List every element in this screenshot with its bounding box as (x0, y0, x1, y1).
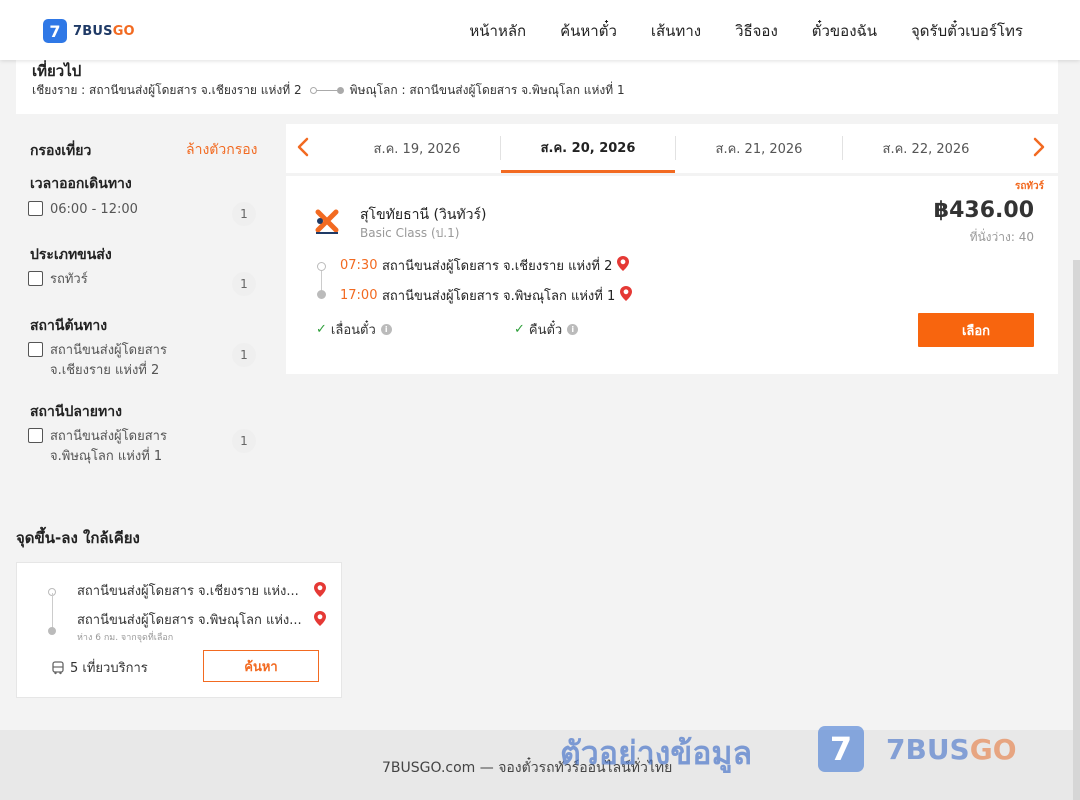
trip-direction-title: เที่ยวไป (32, 62, 82, 80)
nearby-distance: ห่าง 6 กม. จากจุดที่เลือก (77, 633, 174, 643)
filter-count-badge: 1 (232, 343, 256, 367)
filter-option-origin-station[interactable]: สถานีขนส่งผู้โดยสาร จ.เชียงราย แห่งที่ 2… (28, 341, 256, 381)
nav-routes[interactable]: เส้นทาง (651, 19, 701, 43)
trip-summary: เที่ยวไป เชียงราย : สถานีขนส่งผู้โดยสาร … (16, 56, 1058, 114)
departure-stop: 07:30 สถานีขนส่งผู้โดยสาร จ.เชียงราย แห่… (340, 255, 630, 276)
checkbox[interactable] (28, 271, 43, 286)
filter-count-badge: 1 (232, 429, 256, 453)
date-selector: ส.ค. 19, 2026 ส.ค. 20, 2026 ส.ค. 21, 202… (286, 124, 1058, 173)
timeline-dot (48, 627, 56, 635)
timeline-dot (317, 290, 326, 299)
clear-filters-link[interactable]: ล้างตัวกรอง (186, 139, 257, 161)
arrival-stop: 17:00 สถานีขนส่งผู้โดยสาร จ.พิษณุโลก แห่… (340, 285, 633, 306)
nav-home[interactable]: หน้าหลัก (469, 19, 526, 43)
watermark-logo-text: 7BUSGO (886, 732, 1017, 766)
nearby-stops-card: สถานีขนส่งผู้โดยสาร จ.เชียงราย แห่ง... ส… (16, 562, 342, 698)
trip-origin: เชียงราย : สถานีขนส่งผู้โดยสาร จ.เชียงรา… (32, 83, 302, 97)
trip-result-card: รถทัวร์ สุโขทัยธานี (วินทัวร์) Basic Cla… (286, 176, 1058, 374)
filter-section-title: เวลาออกเดินทาง (30, 176, 132, 192)
nearby-stop-origin: สถานีขนส่งผู้โดยสาร จ.เชียงราย แห่ง... (77, 584, 299, 599)
feature-refund-ticket: ✓ คืนตั๋ว i (514, 319, 579, 340)
logo-text: 7BUSGO (73, 23, 135, 39)
map-pin-icon[interactable] (313, 581, 327, 602)
sample-data-watermark: ตัวอย่างข้อมูล (560, 734, 753, 772)
ticket-price: ฿436.00 (933, 198, 1034, 223)
check-icon: ✓ (514, 322, 525, 337)
nearby-stops-title: จุดขึ้น-ลง ใกล้เคียง (16, 529, 140, 547)
operator-logo-icon (312, 206, 342, 236)
watermark-logo: 7 7BUSGO (818, 726, 1017, 772)
top-navbar: 7 7BUSGO หน้าหลัก ค้นหาตั๋ว เส้นทาง วิธี… (0, 0, 1080, 60)
date-tab[interactable]: ส.ค. 21, 2026 (676, 124, 842, 173)
filter-option-transport-type[interactable]: รถทัวร์ 1 (28, 270, 256, 296)
timeline-dot (317, 262, 326, 271)
vehicle-type-tag: รถทัวร์ (1014, 181, 1044, 192)
checkbox[interactable] (28, 428, 43, 443)
filter-title: กรองเที่ยว (30, 143, 92, 159)
feature-label: คืนตั๋ว (528, 323, 563, 338)
site-logo[interactable]: 7 7BUSGO (43, 19, 135, 43)
departure-time: 07:30 (340, 258, 378, 273)
filter-section-title: ประเภทขนส่ง (30, 247, 112, 263)
trip-count-label: 5 เที่ยวบริการ (70, 661, 148, 676)
nav-ticket-pickup-contact[interactable]: จุดรับตั๋วเบอร์โทร (911, 19, 1023, 43)
main-nav: หน้าหลัก ค้นหาตั๋ว เส้นทาง วิธีจอง ตั๋วข… (469, 19, 1023, 43)
nearby-stop-destination: สถานีขนส่งผู้โดยสาร จ.พิษณุโลก แห่ง... (77, 613, 302, 628)
filter-option-label: 06:00 - 12:00 (50, 202, 138, 217)
logo-icon: 7 (43, 19, 67, 43)
checkbox[interactable] (28, 201, 43, 216)
map-pin-icon[interactable] (616, 255, 630, 276)
bus-class: Basic Class (ป.1) (360, 226, 460, 240)
filter-option-label: สถานีขนส่งผู้โดยสาร จ.เชียงราย แห่งที่ 2 (50, 343, 167, 378)
filter-count-badge: 1 (232, 272, 256, 296)
chevron-left-icon[interactable] (296, 136, 310, 158)
search-nearby-button[interactable]: ค้นหา (203, 650, 319, 682)
filter-option-departure-time[interactable]: 06:00 - 12:00 1 (28, 200, 256, 226)
watermark-logo-icon: 7 (818, 726, 864, 772)
operator-name: สุโขทัยธานี (วินทัวร์) (360, 207, 487, 223)
info-icon[interactable]: i (567, 324, 579, 335)
filter-option-destination-station[interactable]: สถานีขนส่งผู้โดยสาร จ.พิษณุโลก แห่งที่ 1… (28, 427, 256, 467)
date-tab-active[interactable]: ส.ค. 20, 2026 (501, 124, 675, 173)
arrival-time: 17:00 (340, 288, 378, 303)
feature-change-ticket: ✓ เลื่อนตั๋ว i (316, 319, 392, 340)
nav-how-to-book[interactable]: วิธีจอง (735, 19, 778, 43)
filter-option-label: รถทัวร์ (50, 272, 88, 287)
chevron-right-icon[interactable] (1032, 136, 1046, 158)
filter-section-title: สถานีปลายทาง (30, 404, 122, 420)
filter-section-title: สถานีต้นทาง (30, 318, 108, 334)
trip-route: เชียงราย : สถานีขนส่งผู้โดยสาร จ.เชียงรา… (32, 81, 625, 100)
date-tab[interactable]: ส.ค. 22, 2026 (843, 124, 1009, 173)
select-trip-button[interactable]: เลือก (918, 313, 1034, 347)
date-tab[interactable]: ส.ค. 19, 2026 (334, 124, 500, 173)
nav-search-tickets[interactable]: ค้นหาตั๋ว (560, 19, 617, 43)
page-scrollbar[interactable] (1073, 260, 1080, 800)
filter-count-badge: 1 (232, 202, 256, 226)
map-pin-icon[interactable] (313, 610, 327, 631)
seats-available: ที่นั่งว่าง: 40 (969, 230, 1034, 244)
filter-option-label: สถานีขนส่งผู้โดยสาร จ.พิษณุโลก แห่งที่ 1 (50, 429, 167, 464)
timeline-line (52, 593, 53, 631)
check-icon: ✓ (316, 322, 327, 337)
arrival-station: สถานีขนส่งผู้โดยสาร จ.พิษณุโลก แห่งที่ 1 (382, 289, 616, 304)
bus-icon (52, 660, 64, 674)
route-connector-icon (309, 87, 344, 94)
info-icon[interactable]: i (380, 324, 392, 335)
checkbox[interactable] (28, 342, 43, 357)
nav-my-tickets[interactable]: ตั๋วของฉัน (812, 19, 877, 43)
trip-destination: พิษณุโลก : สถานีขนส่งผู้โดยสาร จ.พิษณุโล… (349, 83, 625, 97)
nearby-trip-count: 5 เที่ยวบริการ (51, 657, 148, 678)
feature-label: เลื่อนตั๋ว (330, 323, 376, 338)
map-pin-icon[interactable] (619, 285, 633, 306)
departure-station: สถานีขนส่งผู้โดยสาร จ.เชียงราย แห่งที่ 2 (382, 259, 613, 274)
